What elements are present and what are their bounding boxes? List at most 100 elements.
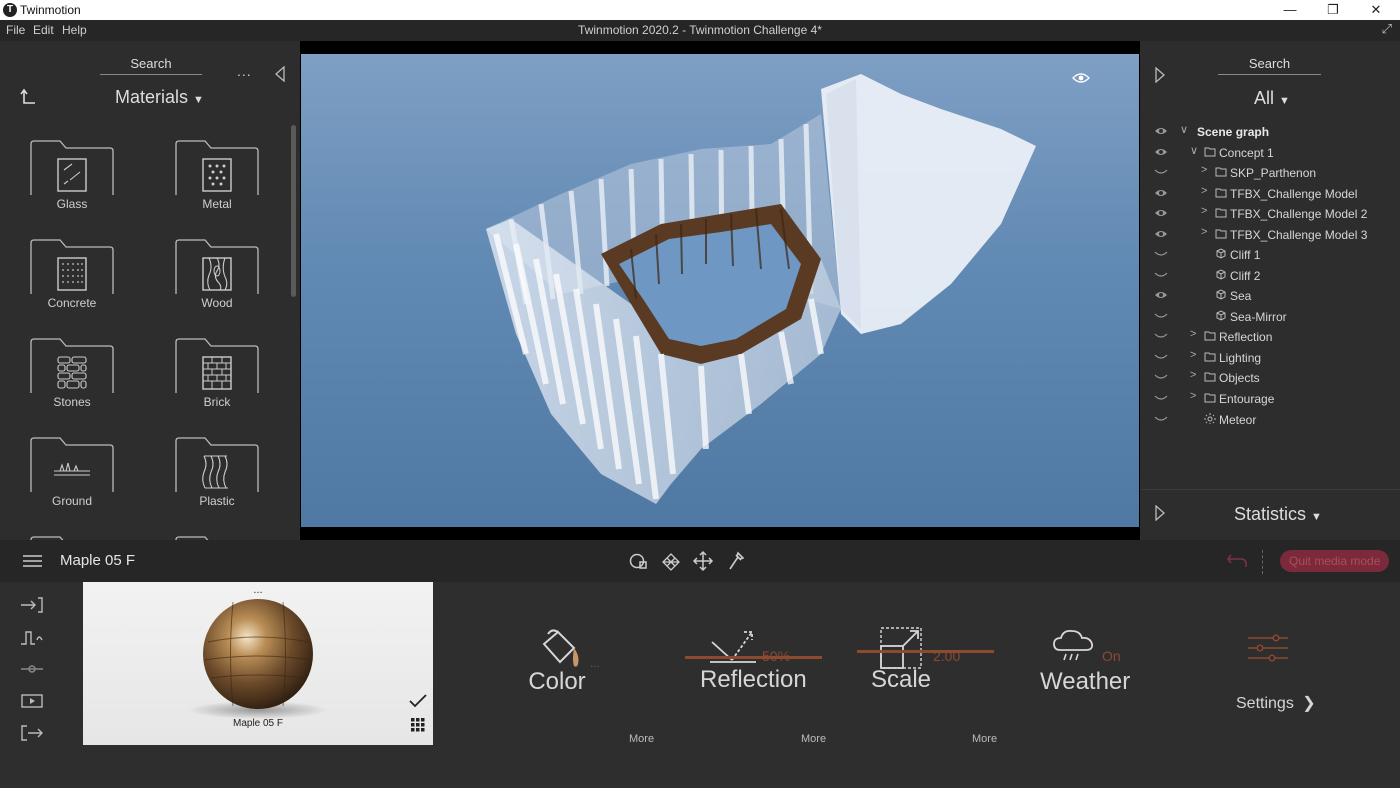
reflection-more-link[interactable]: More bbox=[801, 733, 826, 745]
checkmark-icon[interactable] bbox=[409, 694, 427, 708]
reflection-label[interactable]: Reflection bbox=[700, 666, 807, 694]
3d-viewport[interactable] bbox=[300, 41, 1140, 540]
visibility-on-icon[interactable] bbox=[1154, 289, 1168, 301]
visibility-off-icon[interactable] bbox=[1154, 371, 1168, 383]
chevron-right-icon[interactable]: > bbox=[1201, 205, 1207, 217]
visibility-off-icon[interactable] bbox=[1154, 413, 1168, 425]
library-scrollbar[interactable] bbox=[291, 125, 296, 297]
material-folder-plastic[interactable] bbox=[175, 437, 259, 493]
material-folder-concrete[interactable] bbox=[30, 239, 114, 295]
tree-item-sea-mirror[interactable]: Sea-Mirror bbox=[1140, 307, 1400, 327]
chevron-right-icon[interactable]: > bbox=[1201, 226, 1207, 238]
visibility-off-icon[interactable] bbox=[1154, 310, 1168, 322]
color-more-link[interactable]: More bbox=[629, 733, 654, 745]
paint-bucket-icon[interactable] bbox=[538, 626, 584, 670]
eyedropper-icon[interactable] bbox=[726, 550, 744, 572]
weather-label[interactable]: Weather bbox=[1040, 668, 1130, 696]
chevron-down-icon[interactable]: ∨ bbox=[1190, 144, 1198, 157]
collapse-left-icon[interactable] bbox=[274, 66, 286, 82]
timeline-icon[interactable] bbox=[20, 660, 44, 678]
tree-item-lighting[interactable]: > Lighting bbox=[1140, 348, 1400, 368]
close-icon[interactable]: ✕ bbox=[1354, 0, 1398, 20]
tree-item-objects[interactable]: > Objects bbox=[1140, 368, 1400, 388]
scene-search-input[interactable]: Search bbox=[1218, 56, 1321, 75]
animation-curve-icon[interactable] bbox=[20, 628, 44, 646]
move-arrows-icon[interactable] bbox=[692, 550, 714, 572]
tree-item-cliff1[interactable]: Cliff 1 bbox=[1140, 245, 1400, 265]
color-more-dots[interactable]: ... bbox=[590, 656, 600, 670]
library-search-input[interactable]: Search bbox=[100, 56, 202, 75]
material-folder-stones[interactable] bbox=[30, 338, 114, 394]
scale-slider[interactable] bbox=[857, 650, 994, 653]
visibility-off-icon[interactable] bbox=[1154, 351, 1168, 363]
tree-item-concept1[interactable]: ∨ Concept 1 bbox=[1140, 143, 1400, 163]
expand-right-icon[interactable] bbox=[1154, 67, 1166, 83]
tree-item-tfbx-challenge-model-3[interactable]: > TFBX_Challenge Model 3 bbox=[1140, 225, 1400, 245]
scene-filter-dropdown[interactable]: All ▼ bbox=[1254, 88, 1290, 109]
visibility-off-icon[interactable] bbox=[1154, 330, 1168, 342]
visibility-on-icon[interactable] bbox=[1154, 125, 1168, 137]
expand-right-icon[interactable] bbox=[1154, 505, 1166, 521]
menu-help[interactable]: Help bbox=[62, 23, 87, 37]
scale-more-link[interactable]: More bbox=[972, 733, 997, 745]
chevron-down-icon[interactable]: ∨ bbox=[1180, 123, 1188, 136]
reflection-slider[interactable] bbox=[685, 656, 822, 659]
back-arrow-icon[interactable] bbox=[20, 88, 36, 106]
import-icon[interactable] bbox=[20, 596, 44, 614]
media-play-icon[interactable] bbox=[20, 692, 44, 710]
tree-item-tfbx-challenge-model-2[interactable]: > TFBX_Challenge Model 2 bbox=[1140, 204, 1400, 224]
color-label[interactable]: Color bbox=[522, 668, 592, 696]
tree-item-skp-parthenon[interactable]: > SKP_Parthenon bbox=[1140, 163, 1400, 183]
grid-icon[interactable] bbox=[411, 718, 425, 732]
material-folder-brick[interactable] bbox=[175, 338, 259, 394]
folder-icon bbox=[1204, 352, 1216, 362]
tree-item-scene-graph[interactable]: ∨ Scene graph bbox=[1140, 122, 1400, 142]
menu-edit[interactable]: Edit bbox=[33, 23, 54, 37]
tree-item-cliff2[interactable]: Cliff 2 bbox=[1140, 266, 1400, 286]
material-folder-glass[interactable] bbox=[30, 140, 114, 196]
tree-item-sea[interactable]: Sea bbox=[1140, 286, 1400, 306]
visibility-on-icon[interactable] bbox=[1154, 207, 1168, 219]
visibility-off-icon[interactable] bbox=[1154, 392, 1168, 404]
material-folder-metal[interactable] bbox=[175, 140, 259, 196]
weather-value[interactable]: On bbox=[1102, 648, 1121, 664]
tree-item-meteor[interactable]: Meteor bbox=[1140, 410, 1400, 430]
library-more-icon[interactable]: ... bbox=[237, 63, 252, 79]
chevron-right-icon[interactable]: > bbox=[1190, 390, 1196, 402]
visibility-off-icon[interactable] bbox=[1154, 248, 1168, 260]
preview-options-icon[interactable]: ... bbox=[83, 584, 433, 596]
tree-item-tfbx-challenge-model[interactable]: > TFBX_Challenge Model bbox=[1140, 184, 1400, 204]
select-lasso-icon[interactable] bbox=[628, 550, 650, 572]
undo-icon[interactable] bbox=[1227, 552, 1247, 568]
restore-icon[interactable]: ❐ bbox=[1311, 0, 1355, 20]
tree-item-reflection[interactable]: > Reflection bbox=[1140, 327, 1400, 347]
settings-button[interactable]: Settings ❯ bbox=[1236, 693, 1316, 713]
menu-file[interactable]: File bbox=[6, 23, 25, 37]
hamburger-menu-icon[interactable] bbox=[23, 554, 42, 568]
eye-icon[interactable] bbox=[1072, 72, 1090, 84]
material-folder-ground[interactable] bbox=[30, 437, 114, 493]
chevron-right-icon[interactable]: > bbox=[1190, 328, 1196, 340]
quit-media-mode-button[interactable]: Quit media mode bbox=[1280, 550, 1390, 572]
fullscreen-icon[interactable]: ⤢ bbox=[1382, 21, 1392, 37]
scale-label[interactable]: Scale bbox=[866, 666, 936, 694]
visibility-on-icon[interactable] bbox=[1154, 187, 1168, 199]
texture-pattern-icon[interactable] bbox=[660, 550, 682, 572]
minimize-icon[interactable]: — bbox=[1268, 0, 1312, 20]
statistics-dropdown[interactable]: Statistics ▼ bbox=[1234, 504, 1322, 525]
visibility-off-icon[interactable] bbox=[1154, 269, 1168, 281]
chevron-right-icon[interactable]: > bbox=[1190, 349, 1196, 361]
visibility-on-icon[interactable] bbox=[1154, 146, 1168, 158]
chevron-right-icon[interactable]: > bbox=[1190, 369, 1196, 381]
tree-item-entourage[interactable]: > Entourage bbox=[1140, 389, 1400, 409]
chevron-right-icon[interactable]: > bbox=[1201, 185, 1207, 197]
material-preview[interactable]: ... Maple 05 F bbox=[83, 582, 433, 745]
settings-sliders-icon[interactable] bbox=[1246, 634, 1290, 662]
library-panel: Search ... Materials ▼ Glass Metal Concr… bbox=[0, 41, 300, 540]
library-category-dropdown[interactable]: Materials ▼ bbox=[115, 87, 204, 108]
material-folder-wood[interactable] bbox=[175, 239, 259, 295]
export-icon[interactable] bbox=[20, 724, 44, 742]
visibility-on-icon[interactable] bbox=[1154, 228, 1168, 240]
chevron-right-icon[interactable]: > bbox=[1201, 164, 1207, 176]
visibility-off-icon[interactable] bbox=[1154, 166, 1168, 178]
